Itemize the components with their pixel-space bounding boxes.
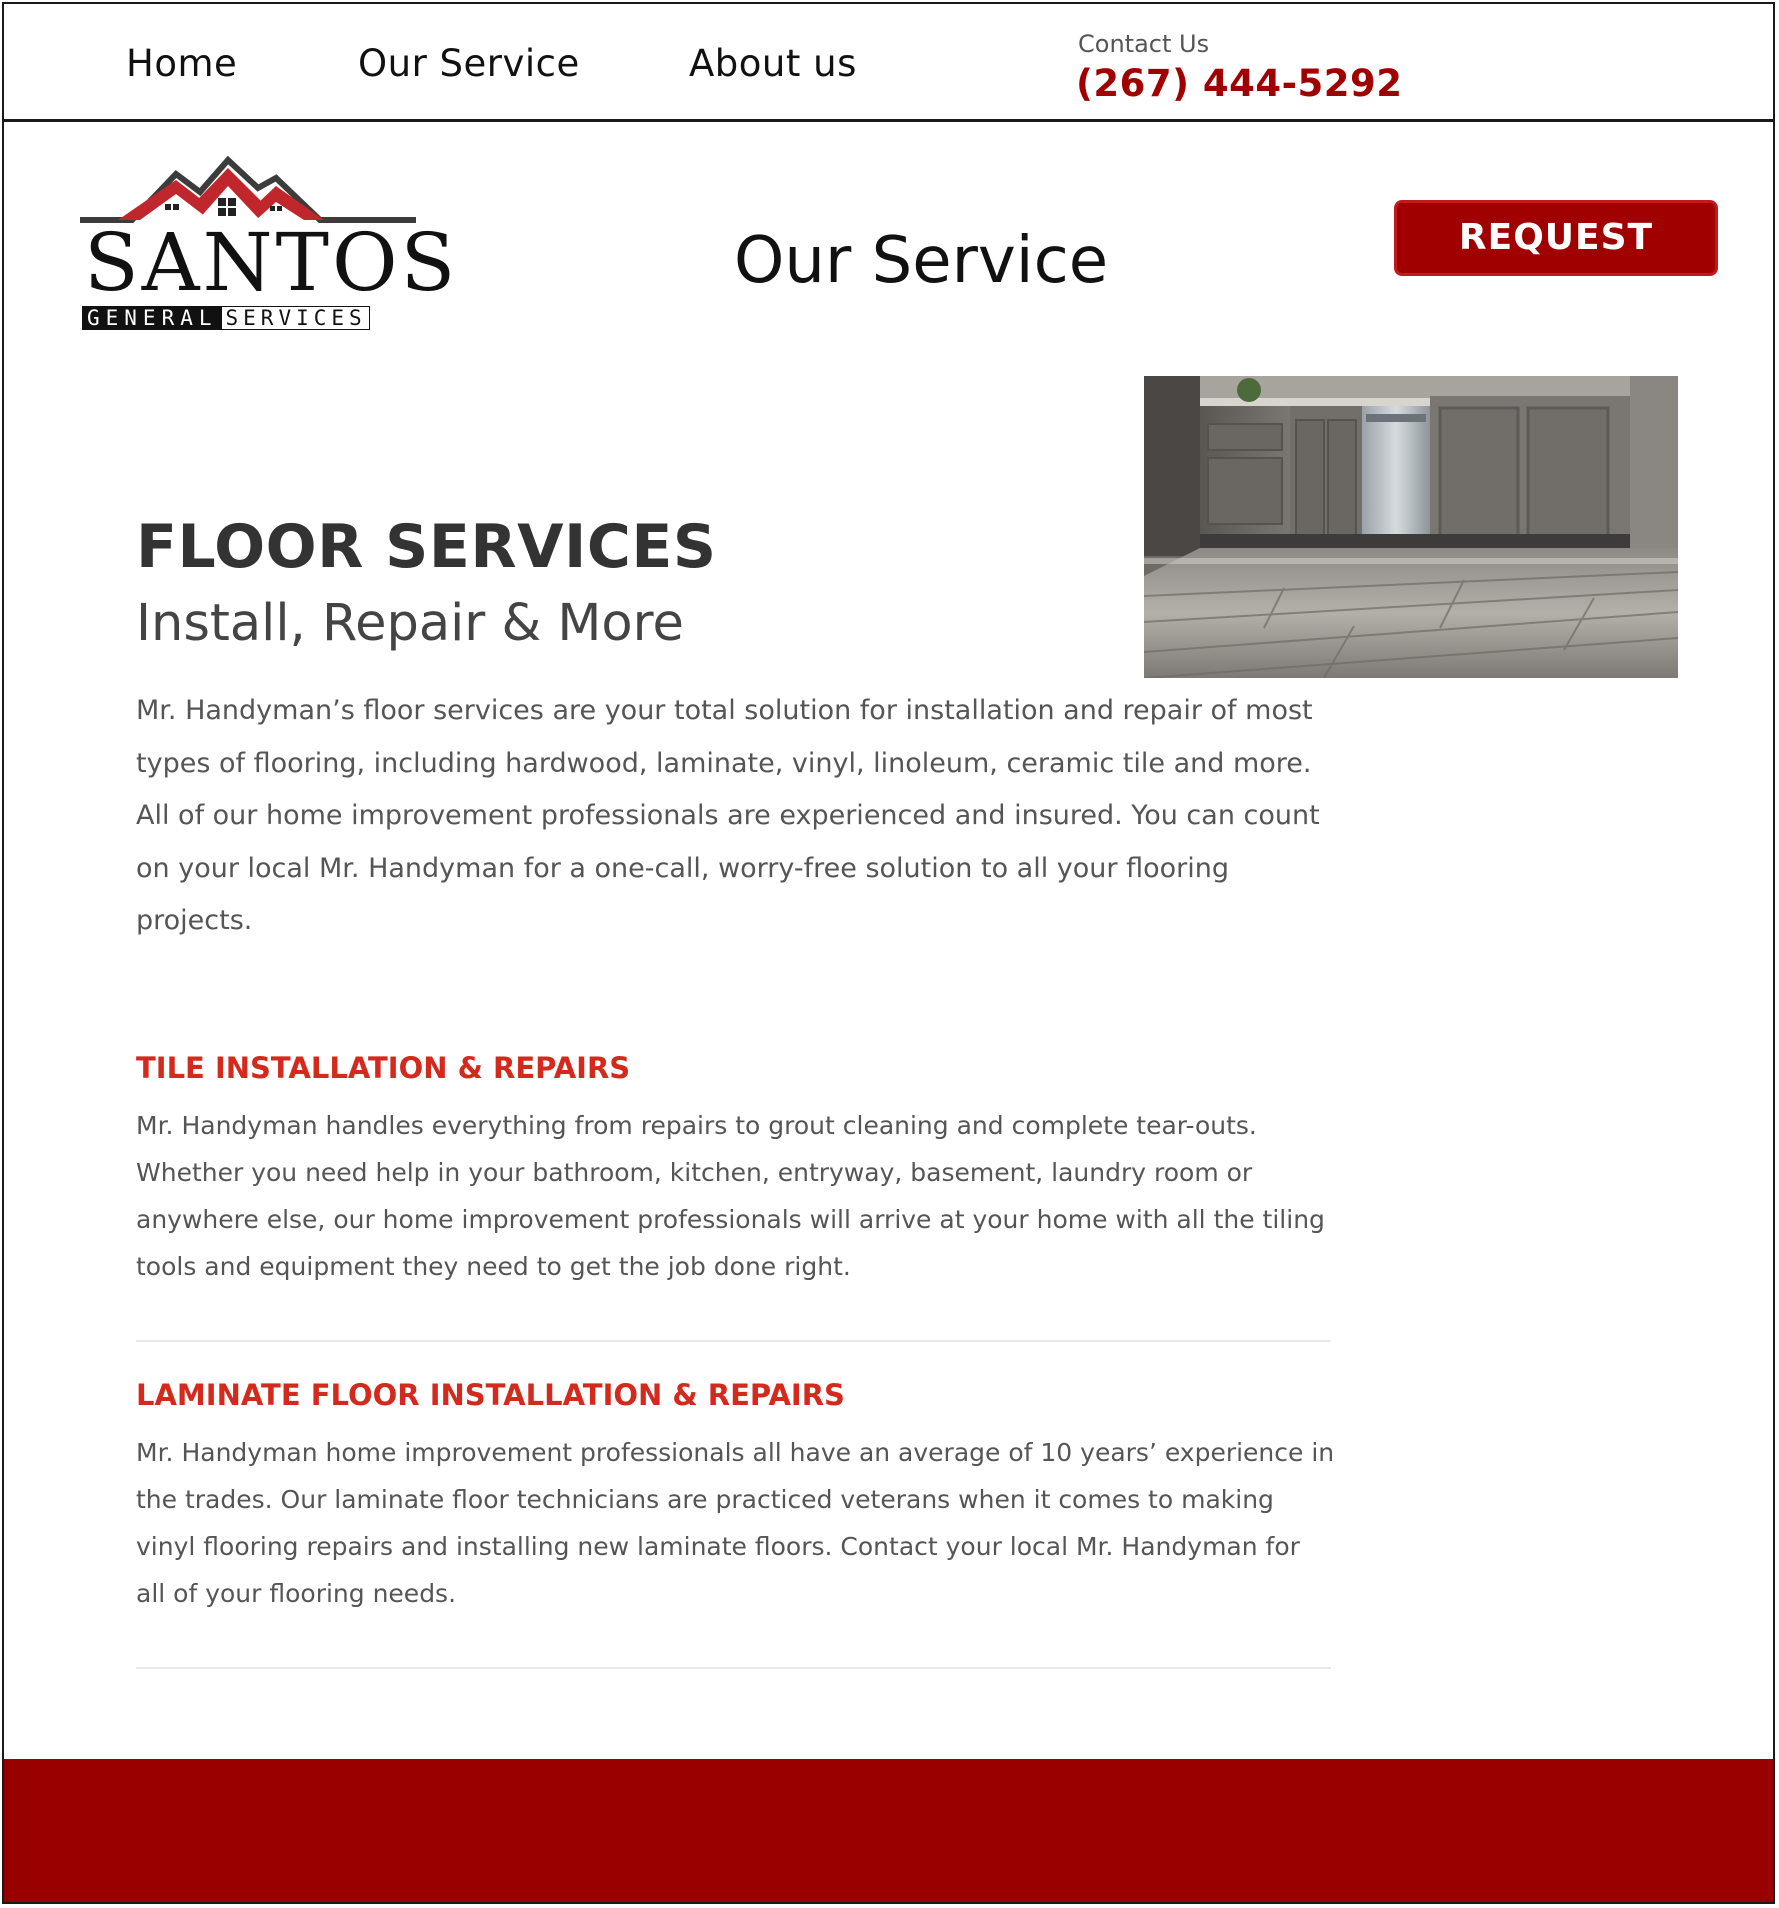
tile-section-title: TILE INSTALLATION & REPAIRS — [136, 1051, 631, 1085]
section-divider — [136, 1340, 1331, 1342]
section-divider — [136, 1667, 1331, 1669]
contact-phone-link[interactable]: (267) 444-5292 — [1076, 62, 1403, 105]
logo-tagline-general: GENERAL — [83, 307, 222, 329]
section-heading: FLOOR SERVICES — [136, 512, 717, 582]
tile-section-text: Mr. Handyman handles everything from rep… — [136, 1111, 1325, 1281]
footer-band — [4, 1759, 1773, 1902]
nav-home-link[interactable]: Home — [126, 42, 237, 85]
page-frame: Home Our Service About us Contact Us (26… — [2, 2, 1775, 1904]
contact-label: Contact Us — [1078, 30, 1210, 58]
logo-tagline: GENERAL SERVICES — [82, 306, 370, 330]
top-navigation: Home Our Service About us Contact Us (26… — [4, 4, 1773, 122]
santos-logo[interactable]: SANTOS GENERAL SERVICES — [80, 156, 459, 331]
main-content: FLOOR SERVICES Install, Repair & More Mr… — [136, 509, 1336, 948]
logo-wordmark: SANTOS — [84, 216, 459, 309]
laminate-section-title: LAMINATE FLOOR INSTALLATION & REPAIRS — [136, 1378, 845, 1412]
logo-tagline-services: SERVICES — [221, 307, 369, 329]
nav-about-us-link[interactable]: About us — [689, 42, 857, 85]
request-service-button[interactable]: REQUEST SERVICE — [1394, 200, 1718, 328]
section-subheading: Install, Repair & More — [136, 594, 684, 653]
nav-our-service-link[interactable]: Our Service — [358, 42, 580, 85]
intro-paragraph: Mr. Handyman’s floor services are your t… — [136, 695, 1320, 936]
laminate-section-text: Mr. Handyman home improvement profession… — [136, 1438, 1335, 1608]
page-title: Our Service — [734, 224, 1109, 298]
